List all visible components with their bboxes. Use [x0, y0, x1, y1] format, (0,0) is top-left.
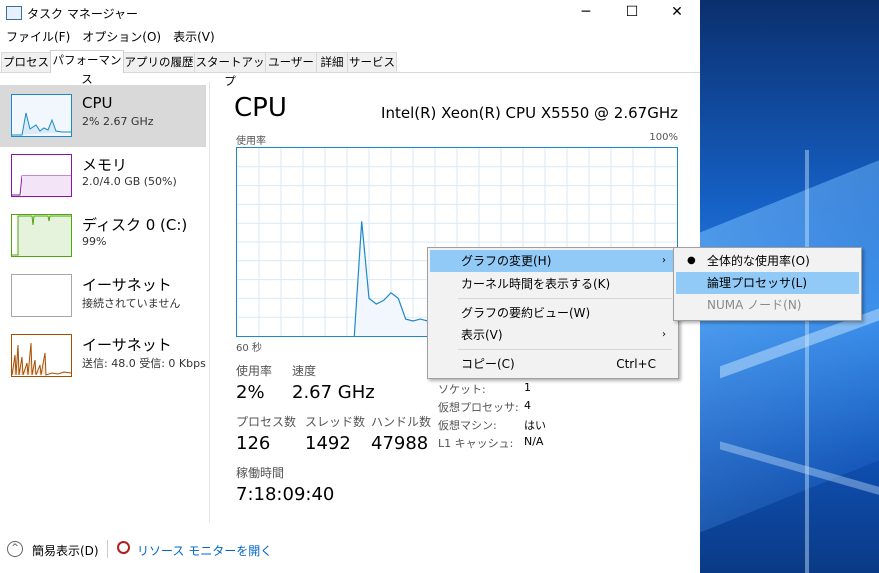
minimize-button[interactable]: ─ — [563, 0, 609, 26]
submenu-item-overall-utilization[interactable]: ● 全体的な使用率(O) — [676, 250, 859, 272]
ethernet-thumbnail-graph — [11, 334, 72, 377]
uptime-label: 稼働時間 — [236, 466, 285, 480]
sidebar-item-label: CPU — [82, 94, 113, 112]
menu-item-label: NUMA ノード(N) — [707, 298, 802, 312]
ethernet-thumbnail-graph — [11, 274, 72, 317]
menu-item-label: 表示(V) — [461, 328, 503, 342]
disk-thumbnail-graph — [11, 214, 72, 257]
sidebar-item-label: ディスク 0 (C:) — [82, 216, 188, 234]
selected-bullet-icon: ● — [687, 255, 696, 266]
uptime-value: 7:18:09:40 — [236, 484, 335, 505]
collapse-chevron-icon[interactable]: ^ — [7, 541, 23, 557]
submenu-item-numa-nodes: NUMA ノード(N) — [676, 294, 859, 316]
cpu-thumbnail-graph — [11, 94, 72, 137]
virtual-processors-label: 仮想プロセッサ: — [438, 401, 519, 414]
sidebar-item-detail: 2.0/4.0 GB (50%) — [82, 175, 177, 188]
maximize-button[interactable]: ☐ — [609, 0, 655, 26]
submenu-arrow-icon: › — [662, 255, 666, 266]
sidebar-item-memory[interactable]: メモリ 2.0/4.0 GB (50%) — [0, 145, 206, 207]
copy-shortcut: Ctrl+C — [616, 357, 656, 371]
menu-view[interactable]: 表示(V) — [167, 26, 221, 48]
usage-label: 使用率 — [236, 364, 273, 378]
sockets-label: ソケット: — [438, 383, 486, 396]
menu-separator — [458, 349, 672, 350]
menu-options[interactable]: オプション(O) — [76, 26, 167, 48]
sidebar-item-label: メモリ — [82, 156, 128, 174]
speed-label: 速度 — [292, 364, 317, 378]
sidebar-item-label: イーサネット — [82, 276, 172, 294]
sidebar-item-label: イーサネット — [82, 336, 172, 354]
menu-item-label: グラフの変更(H) — [461, 254, 552, 268]
menu-item-show-kernel-times[interactable]: カーネル時間を表示する(K) — [430, 273, 676, 295]
menu-separator — [458, 298, 672, 299]
change-graph-submenu: ● 全体的な使用率(O) 論理プロセッサ(L) NUMA ノード(N) — [673, 247, 862, 321]
threads-label: スレッド数 — [305, 415, 366, 429]
sidebar-divider — [209, 82, 210, 522]
tab-users[interactable]: ユーザー — [265, 52, 317, 72]
footer-divider — [107, 540, 108, 558]
processes-label: プロセス数 — [236, 415, 297, 429]
threads-value: 1492 — [305, 433, 351, 454]
menu-item-view[interactable]: 表示(V) › — [430, 324, 676, 346]
submenu-arrow-icon: › — [662, 329, 666, 340]
graph-time-label: 60 秒 — [236, 343, 262, 354]
sidebar-item-detail: 2% 2.67 GHz — [82, 115, 154, 128]
sockets-value: 1 — [524, 381, 531, 394]
menu-item-label: グラフの要約ビュー(W) — [461, 306, 591, 320]
tab-details[interactable]: 詳細 — [316, 52, 348, 72]
task-manager-app-icon — [6, 6, 22, 20]
menu-item-graph-summary-view[interactable]: グラフの要約ビュー(W) — [430, 302, 676, 324]
sidebar-item-detail: 接続されていません — [82, 297, 181, 310]
submenu-item-logical-processors[interactable]: 論理プロセッサ(L) — [676, 272, 859, 294]
memory-thumbnail-graph — [11, 154, 72, 197]
tab-performance[interactable]: パフォーマンス — [50, 50, 124, 86]
usage-value: 2% — [236, 382, 265, 403]
sidebar-item-ethernet-1[interactable]: イーサネット 接続されていません — [0, 265, 206, 327]
menu-item-label: カーネル時間を表示する(K) — [461, 277, 611, 291]
handles-label: ハンドル数 — [371, 415, 432, 429]
menu-file[interactable]: ファイル(F) — [0, 26, 76, 48]
resource-sidebar: CPU 2% 2.67 GHz メモリ 2.0/4.0 GB (50%) ディス… — [0, 82, 210, 522]
tab-bar: プロセス パフォーマンス アプリの履歴 スタートアップ ユーザー 詳細 サービス — [0, 50, 700, 88]
sidebar-item-detail: 99% — [82, 235, 107, 248]
virtual-processors-value: 4 — [524, 399, 531, 412]
l1-cache-value: N/A — [524, 435, 544, 448]
resource-monitor-icon — [117, 541, 130, 554]
handles-value: 47988 — [371, 433, 429, 454]
sidebar-item-cpu[interactable]: CPU 2% 2.67 GHz — [0, 85, 206, 147]
speed-value: 2.67 GHz — [292, 382, 375, 403]
menu-item-label: コピー(C) — [461, 357, 515, 371]
footer-bar: ^ 簡易表示(D) リソース モニターを開く — [0, 536, 700, 566]
tab-startup[interactable]: スタートアップ — [194, 52, 266, 88]
resource-monitor-link[interactable]: リソース モニターを開く — [137, 542, 272, 559]
fewer-details-button[interactable]: 簡易表示(D) — [32, 542, 99, 559]
graph-context-menu: グラフの変更(H) › カーネル時間を表示する(K) グラフの要約ビュー(W) … — [427, 247, 679, 379]
cpu-model-name: Intel(R) Xeon(R) CPU X5550 @ 2.67GHz — [381, 104, 678, 122]
tab-services[interactable]: サービス — [347, 52, 397, 72]
tab-processes[interactable]: プロセス — [1, 52, 51, 72]
processes-value: 126 — [236, 433, 271, 454]
menu-bar: ファイル(F) オプション(O) 表示(V) — [0, 26, 221, 48]
sidebar-item-disk[interactable]: ディスク 0 (C:) 99% — [0, 205, 206, 267]
menu-item-label: 論理プロセッサ(L) — [707, 276, 808, 290]
graph-max-label: 100% — [649, 132, 678, 143]
menu-item-copy[interactable]: コピー(C) Ctrl+C — [430, 353, 676, 375]
virtual-machine-value: はい — [524, 419, 546, 432]
close-button[interactable]: ✕ — [654, 0, 700, 26]
menu-item-label: 全体的な使用率(O) — [707, 254, 810, 268]
l1-cache-label: L1 キャッシュ: — [438, 437, 514, 450]
menu-item-change-graph[interactable]: グラフの変更(H) › — [430, 250, 676, 272]
title-bar[interactable]: タスク マネージャー ─ ☐ ✕ — [0, 0, 700, 26]
sidebar-item-ethernet-2[interactable]: イーサネット 送信: 48.0 受信: 0 Kbps — [0, 325, 206, 387]
tab-app-history[interactable]: アプリの履歴 — [123, 52, 195, 72]
virtual-machine-label: 仮想マシン: — [438, 419, 497, 432]
sidebar-item-detail: 送信: 48.0 受信: 0 Kbps — [82, 357, 206, 370]
page-title: CPU — [234, 93, 287, 123]
graph-y-label: 使用率 — [236, 136, 266, 147]
window-title: タスク マネージャー — [27, 7, 138, 21]
